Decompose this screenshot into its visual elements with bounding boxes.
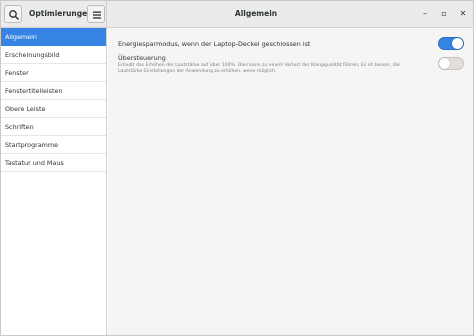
overamplification-label: Übersteuerung bbox=[118, 54, 166, 62]
switch-knob bbox=[452, 38, 463, 49]
header-bar: Optimierungen Allgemein – ▫ ✕ bbox=[1, 1, 473, 28]
sidebar-item-tastatur-und-maus[interactable]: Tastatur und Maus bbox=[1, 154, 106, 172]
search-icon bbox=[9, 10, 19, 20]
close-button[interactable]: ✕ bbox=[456, 7, 470, 21]
sidebar-item-fenstertitelleisten[interactable]: Fenstertitelleisten bbox=[1, 82, 106, 100]
overamplification-description: Erlaubt das Erhöhen der Lautstärke auf ü… bbox=[118, 63, 400, 75]
sidebar-item-erscheinungsbild[interactable]: Erscheinungsbild bbox=[1, 46, 106, 64]
power-saving-switch[interactable] bbox=[438, 37, 464, 50]
menu-button[interactable] bbox=[87, 5, 105, 23]
sidebar-item-allgemein[interactable]: Allgemein bbox=[1, 28, 106, 46]
sidebar-item-fenster[interactable]: Fenster bbox=[1, 64, 106, 82]
settings-panel: Energiesparmodus, wenn der Laptop-Deckel… bbox=[108, 28, 473, 335]
sidebar-item-obere-leiste[interactable]: Obere Leiste bbox=[1, 100, 106, 118]
overamplification-switch[interactable] bbox=[438, 57, 464, 70]
sidebar: Allgemein Erscheinungsbild Fenster Fenst… bbox=[1, 28, 107, 335]
sidebar-item-startprogramme[interactable]: Startprogramme bbox=[1, 136, 106, 154]
close-icon: ✕ bbox=[459, 9, 467, 18]
tweaks-window: Optimierungen Allgemein – ▫ ✕ Allgemein … bbox=[0, 0, 474, 336]
search-button[interactable] bbox=[4, 5, 22, 23]
minimize-icon: – bbox=[423, 9, 427, 18]
sidebar-item-schriften[interactable]: Schriften bbox=[1, 118, 106, 136]
sidebar-title: Optimierungen bbox=[29, 9, 93, 18]
page-title: Allgemein bbox=[234, 9, 278, 18]
switch-knob bbox=[439, 58, 450, 69]
sidebar-header: Optimierungen bbox=[1, 1, 107, 28]
minimize-button[interactable]: – bbox=[418, 7, 432, 21]
power-saving-label: Energiesparmodus, wenn der Laptop-Deckel… bbox=[118, 40, 311, 48]
hamburger-icon bbox=[93, 11, 101, 19]
maximize-icon: ▫ bbox=[441, 9, 447, 18]
maximize-button[interactable]: ▫ bbox=[437, 7, 451, 21]
